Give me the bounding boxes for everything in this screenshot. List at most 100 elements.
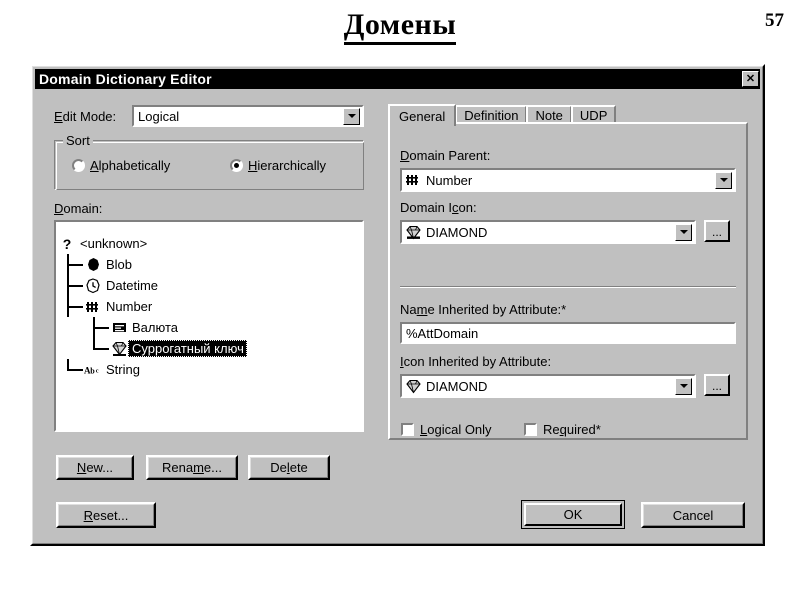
rename-button[interactable]: Rename... [146,455,238,480]
tab-strip: General Definition Note UDP [388,104,617,126]
rename-button-label: Rename... [162,460,222,475]
dialog-titlebar: Domain Dictionary Editor ✕ [35,69,760,89]
chevron-down-icon[interactable] [675,223,692,241]
edit-mode-value: Logical [138,108,180,124]
edit-mode-label-text: dit Mode: [62,109,117,124]
required-checkbox[interactable]: Required* [524,422,601,437]
tree-item-label: String [106,362,140,377]
checkbox-square-icon [524,423,537,436]
abc-icon: Abc [84,361,102,378]
new-button-label: New... [76,460,114,475]
tab-note-label: Note [535,108,563,123]
icon-inherited-label: Icon Inherited by Attribute: [400,354,552,369]
currency-icon [110,319,128,336]
edit-mode-label: Edit Mode: [54,109,117,124]
tree-connector-vertical [67,275,69,296]
blob-icon [84,256,102,273]
domain-parent-label: Domain Parent: [400,148,491,163]
domain-list-label: Domain: [54,201,103,216]
tree-item-label: Суррогатный ключ [128,340,247,357]
tree-item-label: Валюта [132,320,178,335]
logical-only-checkbox[interactable]: Logical Only [401,422,492,437]
tree-item[interactable]: Ab c String [52,359,362,380]
edit-mode-combo[interactable]: Logical [132,105,364,127]
icon-inherited-combo[interactable]: DIAMOND [400,374,696,398]
tree-item[interactable]: Blob [52,254,362,275]
tree-connector-horizontal [67,285,83,287]
name-inherited-input[interactable]: %AttDomain [400,322,736,344]
svg-text:b: b [90,366,95,375]
tree-item[interactable]: Суррогатный ключ [52,338,362,359]
domain-icon-combo[interactable]: DIAMOND [400,220,696,244]
tree-item[interactable]: ? <unknown> [52,233,362,254]
reset-button[interactable]: Reset... [56,502,156,528]
number-hash-icon [84,298,102,315]
panel-separator [400,286,736,288]
chevron-down-icon[interactable] [343,107,360,125]
tree-item[interactable]: Number [52,296,362,317]
tree-item[interactable]: Валюта [52,317,362,338]
tree-connector-horizontal [93,348,109,350]
tree-connector-horizontal [67,306,83,308]
reset-button-label: Reset... [83,507,129,523]
radio-hierarchically-label: Hierarchically [248,158,327,173]
tree-connector-horizontal [93,327,109,329]
tree-connector-horizontal [67,369,83,371]
diamond-icon [404,224,422,241]
diamond-icon-svg [405,225,421,239]
delete-button-label: Delete [270,460,308,475]
tree-item[interactable]: Datetime [52,275,362,296]
tab-general[interactable]: General [388,104,457,126]
ok-button-label: OK [563,507,583,522]
radio-alphabetically[interactable]: Alphabetically [72,158,170,173]
question-mark-icon: ? [62,235,72,252]
diamond-icon [404,378,422,395]
tree-item-label: Datetime [106,278,159,293]
diamond-icon-svg [405,379,421,393]
logical-only-label: Logical Only [420,422,492,437]
sort-groupbox-title: Sort [63,133,93,148]
icon-inherited-browse-button[interactable]: ... [704,374,730,396]
ok-button[interactable]: OK [521,500,625,529]
dialog-title: Domain Dictionary Editor [39,71,212,87]
radio-circle-selected-icon [230,159,243,172]
radio-alphabetically-label: Alphabetically [90,158,171,173]
chevron-down-icon[interactable] [675,377,692,395]
domain-parent-combo[interactable]: Number [400,168,736,192]
close-icon[interactable]: ✕ [742,71,759,87]
number-hash-icon [404,172,422,189]
tab-udp-label: UDP [579,108,608,123]
radio-hierarchically[interactable]: Hierarchically [230,158,326,173]
diamond-icon [110,340,128,357]
tree-item-label: Number [106,299,153,314]
domain-parent-value: Number [426,172,473,188]
svg-text:c: c [96,367,99,374]
name-inherited-label: Name Inherited by Attribute:* [400,302,567,317]
tree-connector-vertical [67,296,69,317]
clock-icon [84,277,102,294]
tree-connector-vertical [93,338,95,349]
cancel-button-label: Cancel [672,507,714,523]
chevron-down-icon[interactable] [715,171,732,189]
required-label: Required* [543,422,601,437]
page-title: Домены [0,8,800,45]
new-button[interactable]: New... [56,455,134,480]
delete-button[interactable]: Delete [248,455,330,480]
domain-icon-browse-button[interactable]: ... [704,220,730,242]
tree-connector-horizontal [67,264,83,266]
number-hash-icon-svg [406,175,418,185]
checkbox-square-icon [401,423,414,436]
domain-icon-value: DIAMOND [426,224,488,240]
tree-connector-vertical [67,359,69,370]
tree-item-label: <unknown> [80,236,148,251]
domain-tree[interactable]: ? <unknown> Blob Datetime Number Валюта Суррог… [52,228,362,440]
page-title-text: Домены [343,8,457,45]
cancel-button[interactable]: Cancel [641,502,745,528]
icon-inherited-value: DIAMOND [426,378,488,394]
tree-item-label: Blob [106,257,133,272]
name-inherited-value: %AttDomain [406,325,479,341]
domain-icon-label: Domain Icon: [400,200,477,215]
slide-number: 57 [765,10,784,31]
tab-general-label: General [399,108,446,124]
tree-connector-vertical [93,317,95,338]
